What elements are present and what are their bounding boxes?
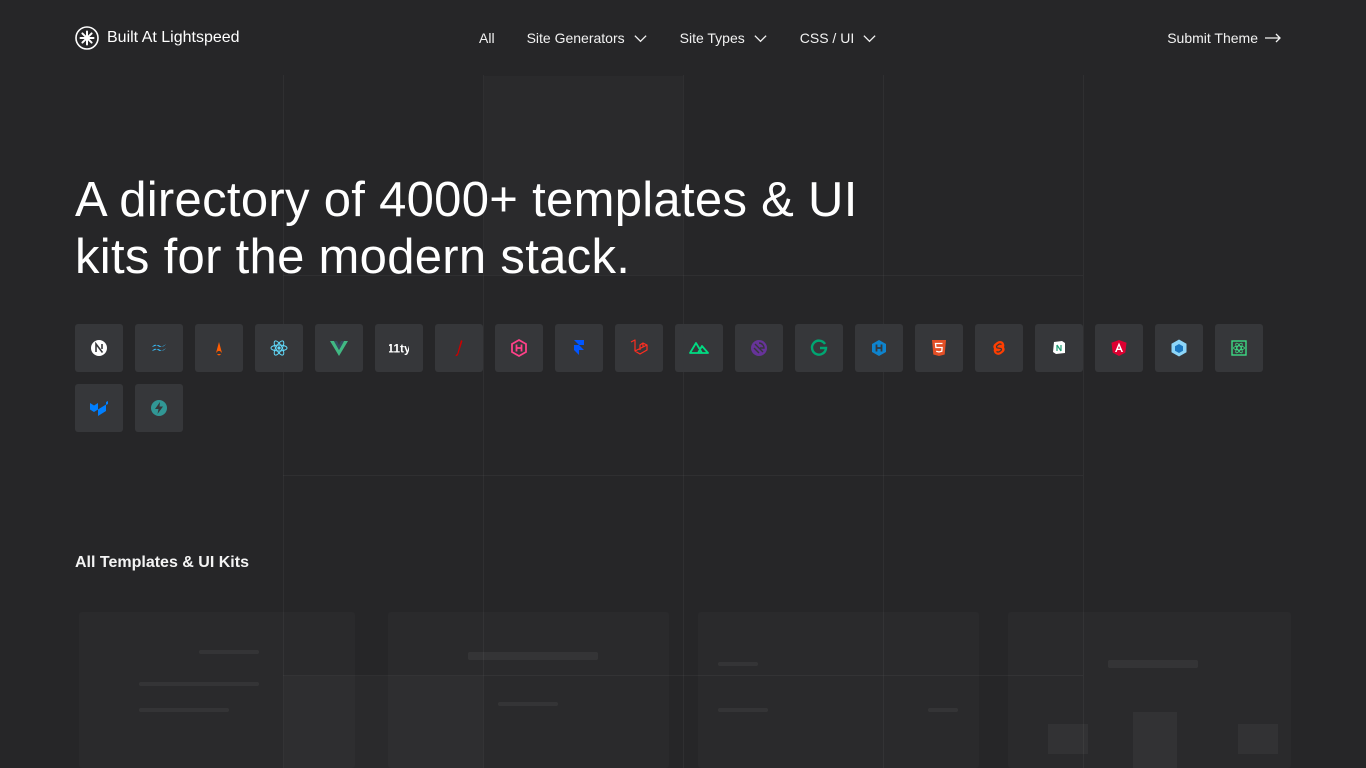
notion-icon (1053, 341, 1065, 354)
asterisk-logo-icon (75, 26, 99, 50)
html5-icon (932, 340, 946, 356)
tech-gridsome[interactable] (795, 324, 843, 372)
tech-nextjs[interactable] (75, 324, 123, 372)
tech-eleventy[interactable]: 11ty (375, 324, 423, 372)
tech-gatsby[interactable] (735, 324, 783, 372)
tech-laravel[interactable] (615, 324, 663, 372)
tech-svelte[interactable] (975, 324, 1023, 372)
webpack-icon (1171, 339, 1187, 357)
nextjs-icon (91, 340, 107, 356)
svelte-icon (993, 341, 1005, 355)
nav-label: All (479, 30, 495, 46)
angular-icon (1111, 340, 1127, 356)
hero-line-2: kits for the modern stack. (75, 230, 631, 284)
gridsome-icon (810, 339, 828, 356)
tech-webpack[interactable] (1155, 324, 1203, 372)
tech-angular[interactable] (1095, 324, 1143, 372)
tech-react[interactable] (255, 324, 303, 372)
nav-label: Site Types (679, 30, 745, 46)
chakra-bolt-icon (151, 400, 167, 416)
technology-filter-grid: 11ty (75, 324, 1275, 432)
tech-astro[interactable] (195, 324, 243, 372)
svg-text:11ty: 11ty (389, 342, 409, 356)
logo-text: Built At Lightspeed (107, 29, 240, 46)
tech-mui[interactable] (75, 384, 123, 432)
template-card[interactable] (388, 612, 669, 768)
tech-framer[interactable] (555, 324, 603, 372)
hero-heading: A directory of 4000+ templates & UI kits… (75, 172, 955, 286)
template-card[interactable] (698, 612, 979, 768)
tech-tailwind[interactable] (135, 324, 183, 372)
tech-hugo[interactable] (495, 324, 543, 372)
laravel-icon (630, 339, 648, 355)
template-cards (75, 612, 1291, 768)
react-native-icon (1231, 340, 1247, 356)
hexo-icon (872, 340, 886, 356)
tailwind-icon (152, 344, 166, 351)
hero-line-1: A directory of 4000+ templates & UI (75, 173, 858, 227)
template-card[interactable] (79, 612, 355, 768)
tech-jekyll[interactable] (435, 324, 483, 372)
nav-label: CSS / UI (799, 30, 855, 46)
hugo-icon (511, 338, 527, 358)
chevron-down-icon (754, 34, 767, 42)
tech-notion[interactable] (1035, 324, 1083, 372)
framer-icon (574, 340, 584, 355)
nav-label: Site Generators (526, 30, 625, 46)
tech-hexo[interactable] (855, 324, 903, 372)
tech-vue[interactable] (315, 324, 363, 372)
vue-icon (330, 341, 348, 356)
nav-all[interactable]: All (479, 30, 495, 46)
nav-site-generators[interactable]: Site Generators (527, 30, 648, 46)
section-title: All Templates & UI Kits (75, 554, 249, 571)
submit-theme-link[interactable]: Submit Theme (1167, 0, 1282, 76)
submit-theme-label: Submit Theme (1167, 30, 1258, 46)
mui-icon (90, 401, 108, 416)
chevron-down-icon (863, 34, 876, 42)
jekyll-icon (455, 340, 463, 357)
tech-react-native[interactable] (1215, 324, 1263, 372)
main-nav: All Site Generators Site Types CSS / UI (479, 0, 909, 76)
tech-chakra[interactable] (135, 384, 183, 432)
eleventy-icon: 11ty (389, 342, 409, 356)
tech-nuxt[interactable] (675, 324, 723, 372)
tech-html5[interactable] (915, 324, 963, 372)
nav-css-ui[interactable]: CSS / UI (800, 30, 877, 46)
nav-site-types[interactable]: Site Types (680, 30, 768, 46)
react-icon (270, 340, 288, 356)
template-card[interactable] (1008, 612, 1291, 768)
chevron-down-icon (634, 34, 647, 42)
nuxt-icon (689, 342, 709, 354)
astro-icon (216, 342, 222, 356)
gatsby-icon (751, 340, 767, 356)
site-header: Built At Lightspeed All Site Generators … (75, 0, 1282, 76)
arrow-right-icon (1265, 33, 1281, 43)
logo[interactable]: Built At Lightspeed (75, 26, 240, 50)
